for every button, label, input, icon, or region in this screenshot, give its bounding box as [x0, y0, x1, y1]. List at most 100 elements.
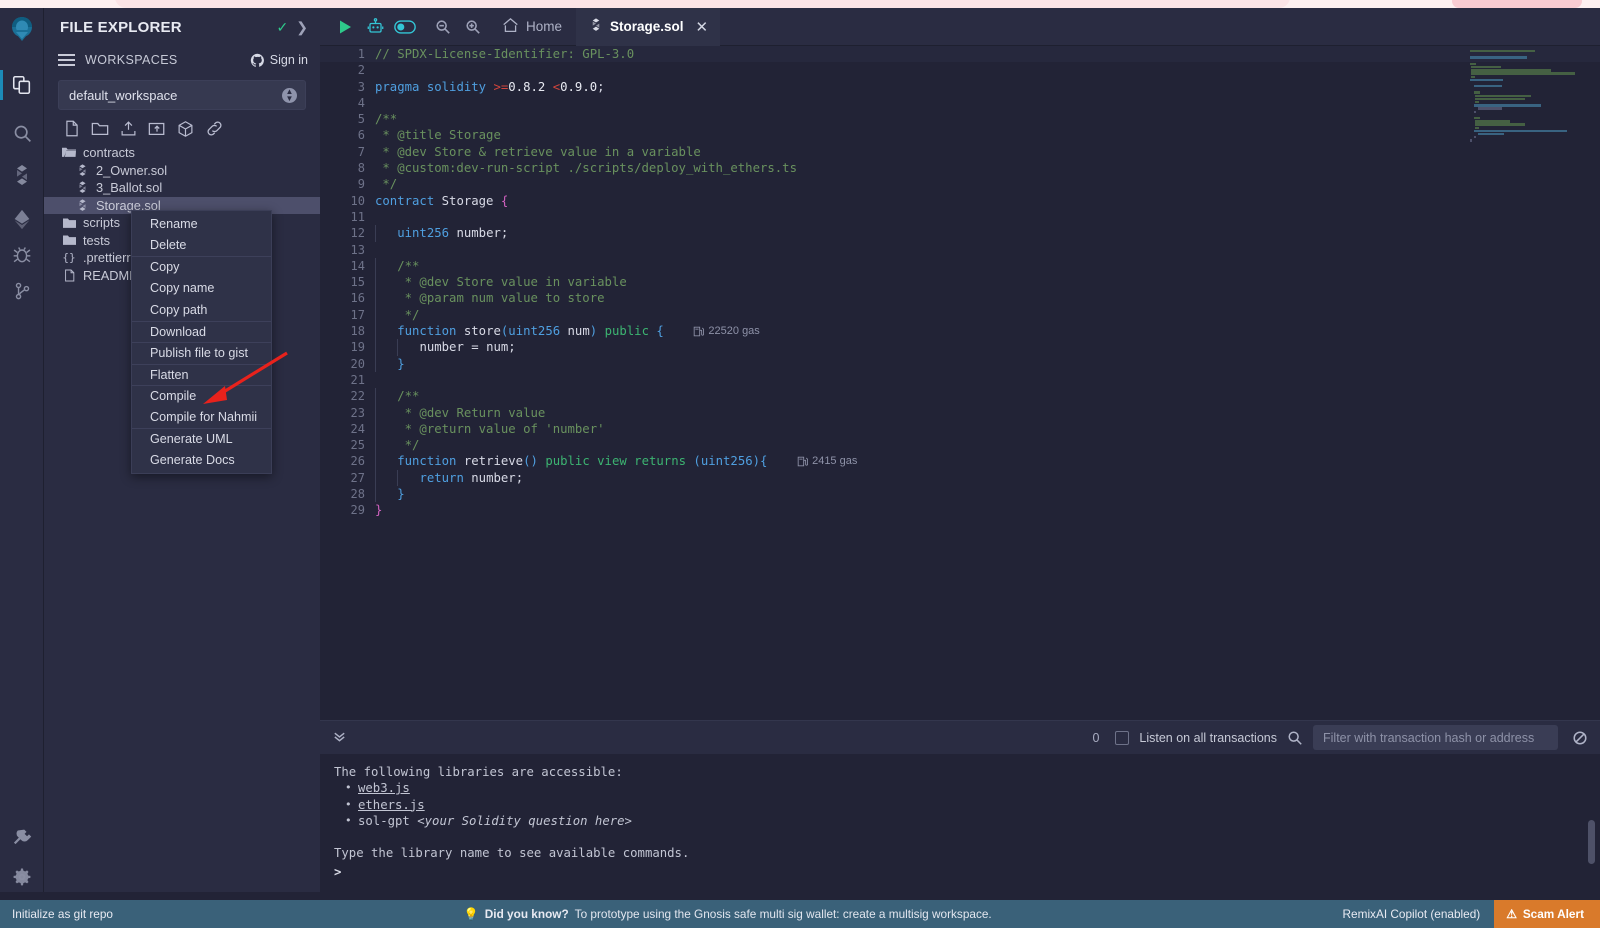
line-number: 16 [320, 290, 375, 306]
tab-storage-sol[interactable]: Storage.sol ✕ [576, 8, 720, 46]
code-text: pragma solidity >=0.8.2 <0.9.0; [375, 79, 605, 95]
terminal-output[interactable]: The following libraries are accessible: … [320, 754, 1600, 892]
code-text: function retrieve() public view returns … [375, 453, 857, 469]
terminal-scrollbar[interactable] [1588, 820, 1595, 864]
publish-to-ipfs-icon[interactable] [177, 120, 194, 138]
upload-file-icon[interactable] [120, 120, 137, 138]
zoom-out-icon[interactable] [428, 8, 458, 46]
search-icon[interactable] [1287, 730, 1303, 746]
list-item[interactable]: sol-gpt <your Solidity question here> [334, 813, 1600, 829]
context-menu-item-flatten[interactable]: Flatten [132, 364, 271, 386]
code-line: 5/** [320, 111, 1600, 127]
minimap-line [1468, 66, 1586, 68]
toggle-on-icon[interactable] [390, 8, 420, 46]
line-number: 10 [320, 193, 375, 209]
connect-to-localhost-icon[interactable] [205, 120, 224, 138]
sidebar-item-search[interactable] [0, 112, 44, 154]
hamburger-icon[interactable] [58, 51, 75, 69]
chevron-double-down-icon[interactable] [332, 729, 347, 747]
remix-logo-icon[interactable] [6, 14, 38, 46]
context-menu-item-delete[interactable]: Delete [132, 235, 271, 257]
tab-home[interactable]: Home [488, 8, 576, 46]
context-menu-item-rename[interactable]: Rename [132, 213, 271, 235]
code-line: 24 * @return value of 'number' [320, 421, 1600, 437]
check-icon[interactable]: ✓ [277, 19, 289, 36]
context-menu-item-generate-uml[interactable]: Generate UML [132, 428, 271, 450]
context-menu-item-generate-docs[interactable]: Generate Docs [132, 450, 271, 472]
initialize-git-repo-button[interactable]: Initialize as git repo [0, 907, 113, 921]
minimap-line [1468, 88, 1586, 90]
status-bar: Initialize as git repo 💡 Did you know? T… [0, 900, 1600, 928]
warning-icon: ⚠ [1506, 907, 1517, 921]
listen-all-transactions-checkbox[interactable] [1115, 731, 1129, 745]
sidebar-item-solidity-compiler[interactable] [0, 154, 44, 196]
sidebar-item-plugin-manager[interactable] [0, 816, 44, 858]
list-item[interactable]: web3.js [334, 780, 1600, 796]
workspace-select[interactable]: default_workspace ▲▼ [58, 80, 306, 110]
minimap-line [1468, 60, 1586, 62]
code-text: * @custom:dev-run-script ./scripts/deplo… [375, 160, 797, 176]
code-editor[interactable]: 1// SPDX-License-Identifier: GPL-3.023pr… [320, 46, 1600, 720]
sidebar-item-git[interactable] [0, 270, 44, 312]
context-menu-item-compile-for-nahmii[interactable]: Compile for Nahmii [132, 407, 271, 429]
clear-terminal-icon[interactable] [1568, 730, 1592, 746]
context-menu-item-publish-file-to-gist[interactable]: Publish file to gist [132, 342, 271, 364]
minimap-line [1468, 56, 1586, 58]
code-line: 7 * @dev Store & retrieve value in a var… [320, 144, 1600, 160]
web3-link[interactable]: web3.js [358, 781, 410, 795]
sign-in-button[interactable]: Sign in [250, 53, 308, 68]
zoom-in-icon[interactable] [458, 8, 488, 46]
file-explorer-header: FILE EXPLORER ✓ ❯ [44, 8, 320, 46]
terminal-library-list: web3.js ethers.js sol-gpt <your Solidity… [334, 780, 1600, 829]
ethers-link[interactable]: ethers.js [358, 798, 425, 812]
remix-ide-window: FILE EXPLORER ✓ ❯ WORKSPACES Sign in def… [0, 8, 1600, 928]
minimap-line [1468, 104, 1586, 106]
create-file-icon[interactable] [64, 120, 80, 138]
robot-icon[interactable] [360, 8, 390, 46]
minimap-line [1468, 133, 1586, 135]
chevron-right-icon[interactable]: ❯ [296, 19, 308, 36]
context-menu-label: Copy path [150, 303, 207, 317]
context-menu-item-copy-name[interactable]: Copy name [132, 278, 271, 300]
context-menu-item-copy-path[interactable]: Copy path [132, 299, 271, 321]
minimap-line [1468, 117, 1586, 119]
solidity-icon [75, 164, 89, 177]
file-tree-label: contracts [83, 145, 135, 160]
code-text: return number; [375, 470, 523, 486]
context-menu-item-compile[interactable]: Compile [132, 385, 271, 407]
context-menu-label: Generate UML [150, 432, 233, 446]
workspace-name: default_workspace [69, 88, 282, 103]
solidity-icon [75, 199, 89, 212]
context-menu-item-copy[interactable]: Copy [132, 256, 271, 278]
file-tree-item-contracts[interactable]: contracts [44, 144, 320, 162]
sidebar-item-settings[interactable] [0, 856, 44, 898]
create-folder-icon[interactable] [91, 120, 109, 138]
code-line: 8 * @custom:dev-run-script ./scripts/dep… [320, 160, 1600, 176]
minimap-line [1468, 63, 1586, 65]
code-text: // SPDX-License-Identifier: GPL-3.0 [375, 46, 634, 62]
code-text: } [375, 502, 382, 518]
github-icon [250, 53, 265, 68]
terminal-prompt[interactable]: > [334, 864, 341, 880]
transaction-filter-input[interactable] [1313, 725, 1558, 750]
code-line: 23 * @dev Return value [320, 405, 1600, 421]
copilot-status[interactable]: RemixAI Copilot (enabled) [1343, 907, 1495, 921]
play-icon[interactable] [330, 8, 360, 46]
editor-minimap[interactable] [1468, 50, 1586, 720]
code-text: * @title Storage [375, 127, 501, 143]
upload-folder-icon[interactable] [148, 120, 166, 138]
file-context-menu: Rename Delete CopyCopy name Copy path Downlo… [131, 210, 272, 474]
context-menu-label: Delete [150, 238, 186, 252]
code-text: */ [375, 437, 419, 453]
scam-alert-badge[interactable]: ⚠ Scam Alert [1494, 900, 1600, 928]
context-menu-item-download[interactable]: Download [132, 321, 271, 343]
close-icon[interactable]: ✕ [696, 18, 709, 36]
folder-icon [62, 217, 76, 229]
sidebar-item-file-explorer[interactable] [0, 64, 44, 106]
json-icon: {} [62, 251, 76, 264]
minimap-line [1468, 76, 1586, 78]
file-tree-item-3-ballot-sol[interactable]: 3_Ballot.sol [44, 179, 320, 197]
context-menu-label: Rename [150, 217, 198, 231]
list-item[interactable]: ethers.js [334, 797, 1600, 813]
file-tree-item-2-owner-sol[interactable]: 2_Owner.sol [44, 162, 320, 180]
